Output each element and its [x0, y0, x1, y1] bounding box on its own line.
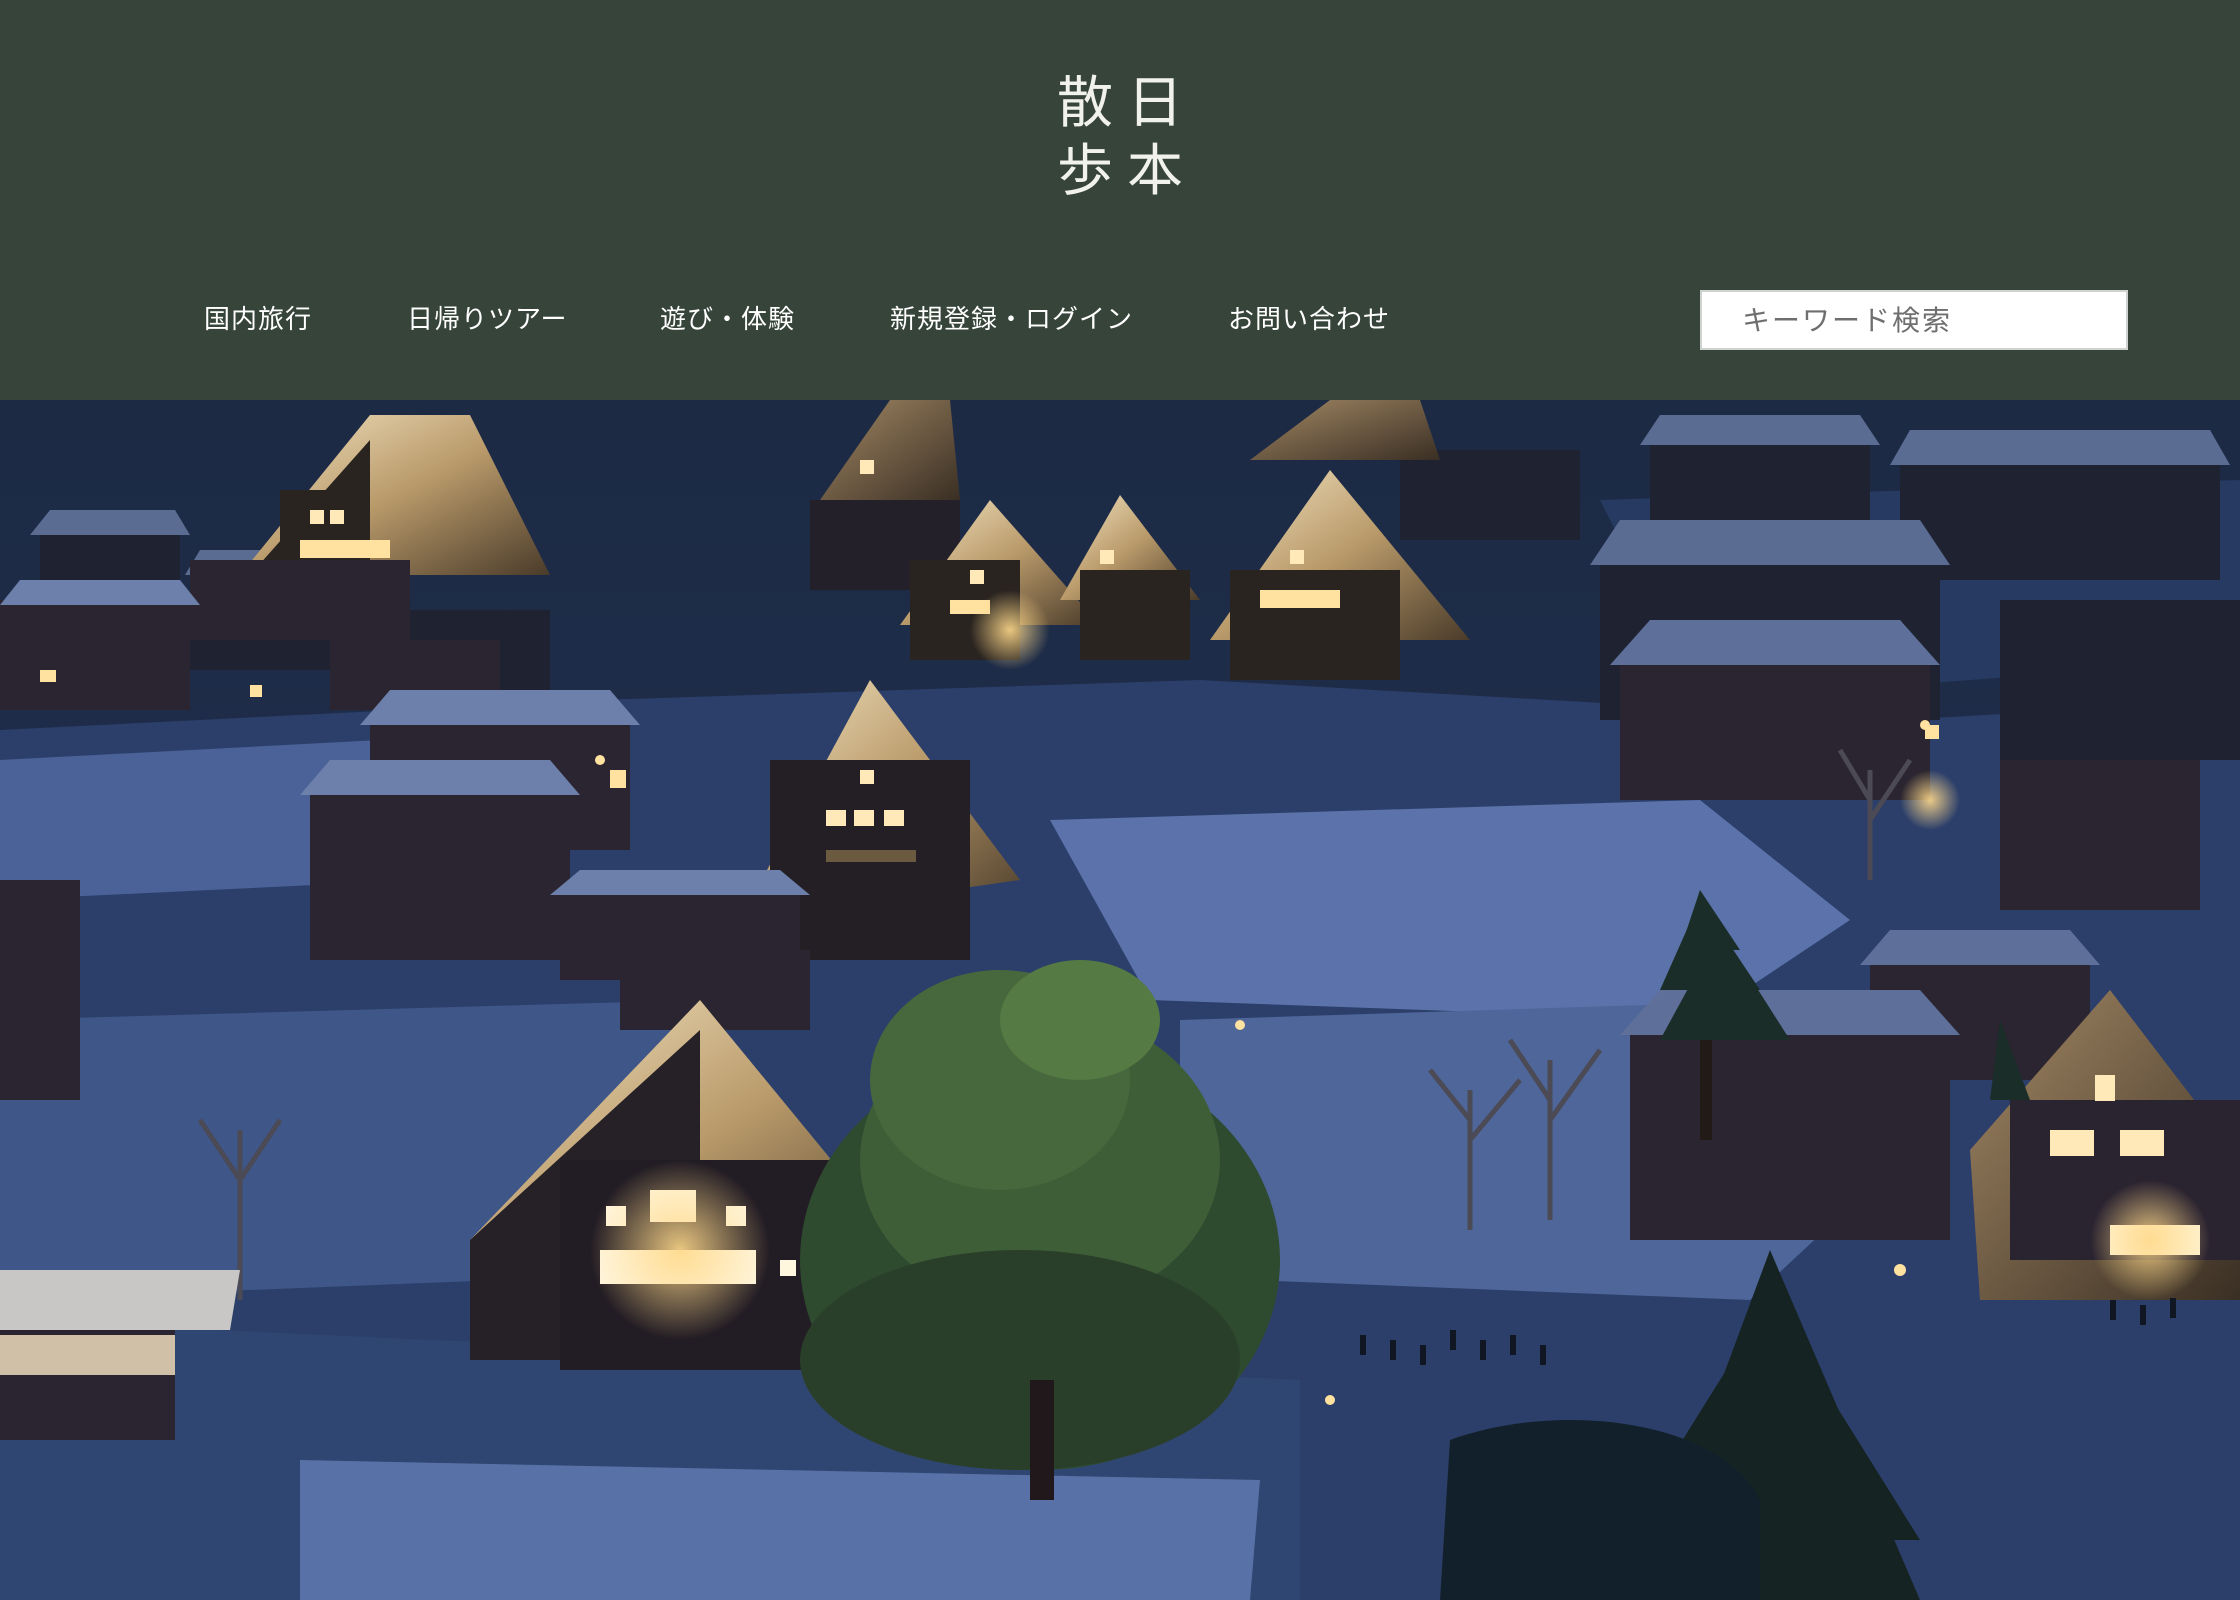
site-logo[interactable]: 散 日 歩 本 [1050, 70, 1190, 206]
keyword-search-input[interactable] [1700, 290, 2128, 350]
logo-char: 本 [1127, 139, 1183, 204]
hero-village-illustration [0, 400, 2240, 1600]
logo-char: 歩 [1057, 139, 1113, 204]
nav-item-activities[interactable]: 遊び・体験 [660, 300, 795, 340]
hero-image [0, 400, 2240, 1600]
logo-char: 日 [1127, 71, 1183, 136]
nav-item-day-tours[interactable]: 日帰りツアー [407, 300, 567, 340]
nav-item-signup-login[interactable]: 新規登録・ログイン [890, 300, 1133, 340]
logo-char: 散 [1057, 71, 1113, 136]
site-header: 散 日 歩 本 国内旅行 日帰りツアー 遊び・体験 新規登録・ログイン お問い合… [0, 0, 2240, 400]
nav-item-domestic-travel[interactable]: 国内旅行 [204, 300, 312, 340]
nav-item-contact[interactable]: お問い合わせ [1228, 300, 1390, 340]
main-nav: 国内旅行 日帰りツアー 遊び・体験 新規登録・ログイン お問い合わせ [0, 300, 1500, 340]
